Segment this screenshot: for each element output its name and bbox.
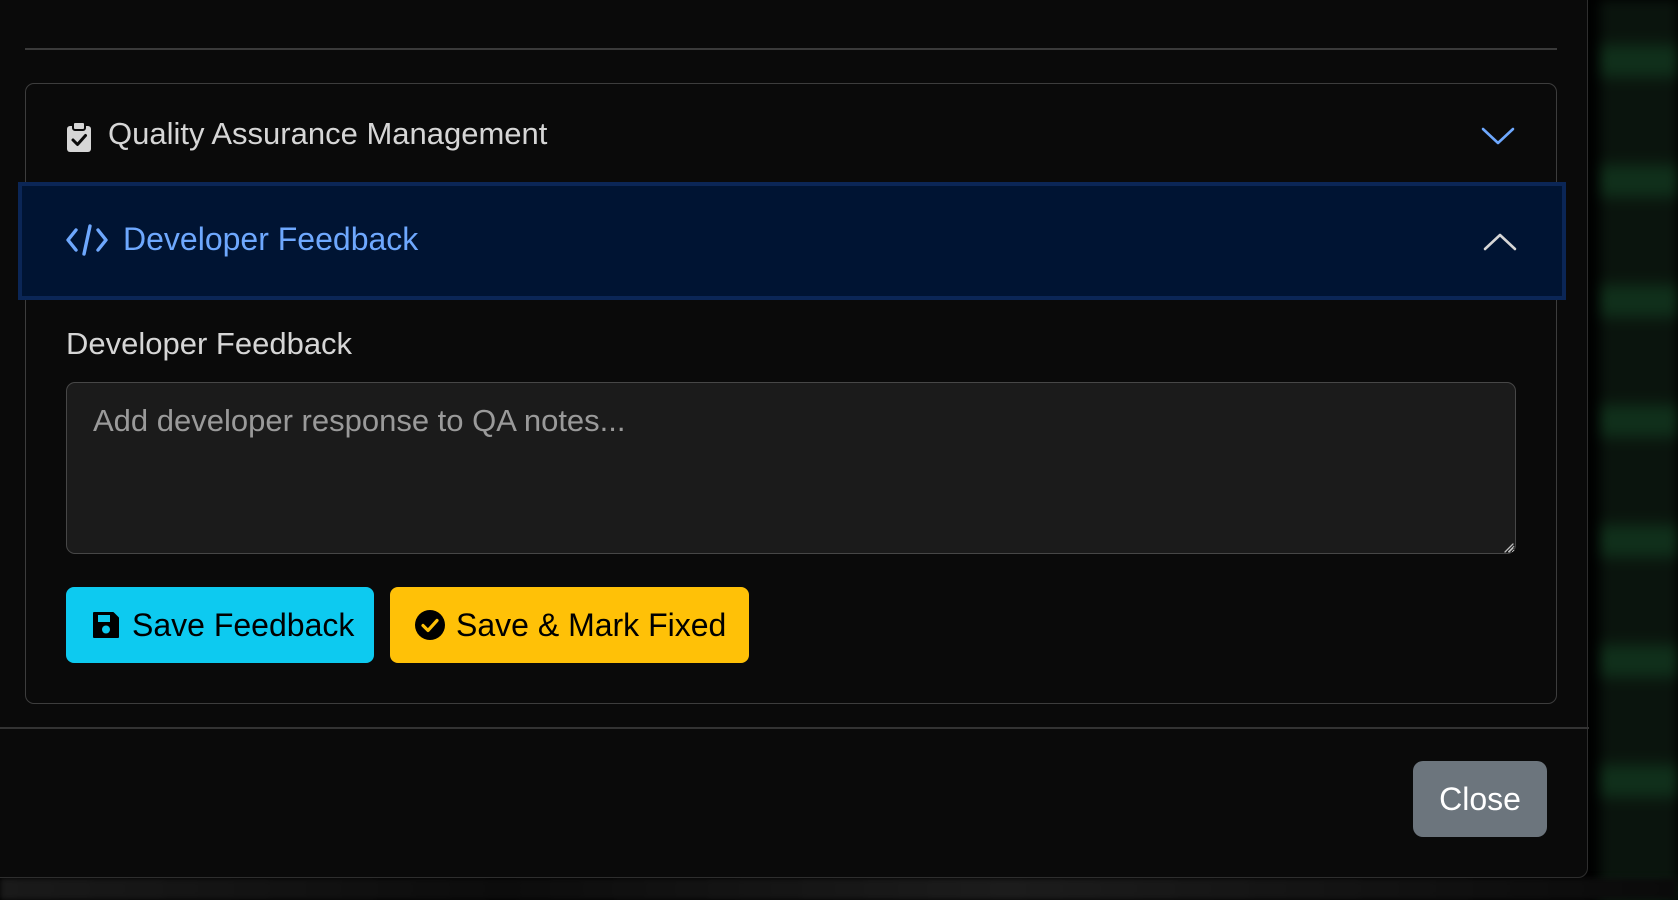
modal-dialog: Quality Assurance Management Developer F… xyxy=(0,0,1589,878)
close-button[interactable]: Close xyxy=(1413,761,1547,837)
accordion: Quality Assurance Management Developer F… xyxy=(18,83,1566,704)
floppy-disk-icon xyxy=(90,609,122,641)
chevron-up-icon xyxy=(1482,230,1518,254)
developer-feedback-label: Developer Feedback xyxy=(66,326,353,361)
save-feedback-button[interactable]: Save Feedback xyxy=(66,587,374,663)
accordion-title-qa: Quality Assurance Management xyxy=(108,116,548,151)
chevron-down-icon xyxy=(1480,124,1516,148)
textarea-resize-handle-icon[interactable] xyxy=(1502,540,1514,553)
save-feedback-label: Save Feedback xyxy=(132,606,355,643)
accordion-header-qa[interactable]: Quality Assurance Management xyxy=(26,84,1556,185)
clipboard-check-icon xyxy=(66,121,92,153)
accordion-header-developer-feedback[interactable]: Developer Feedback xyxy=(18,182,1566,300)
developer-feedback-textarea[interactable] xyxy=(66,382,1516,554)
save-mark-fixed-button[interactable]: Save & Mark Fixed xyxy=(390,587,749,663)
code-icon xyxy=(66,224,108,256)
accordion-title-developer-feedback: Developer Feedback xyxy=(123,221,419,257)
modal-footer-divider xyxy=(0,727,1589,729)
save-mark-fixed-label: Save & Mark Fixed xyxy=(456,606,727,643)
background-content-blurred xyxy=(1600,0,1678,900)
check-circle-icon xyxy=(414,609,446,641)
background-bottom-strip xyxy=(0,878,1678,900)
modal-header-divider xyxy=(25,48,1557,50)
